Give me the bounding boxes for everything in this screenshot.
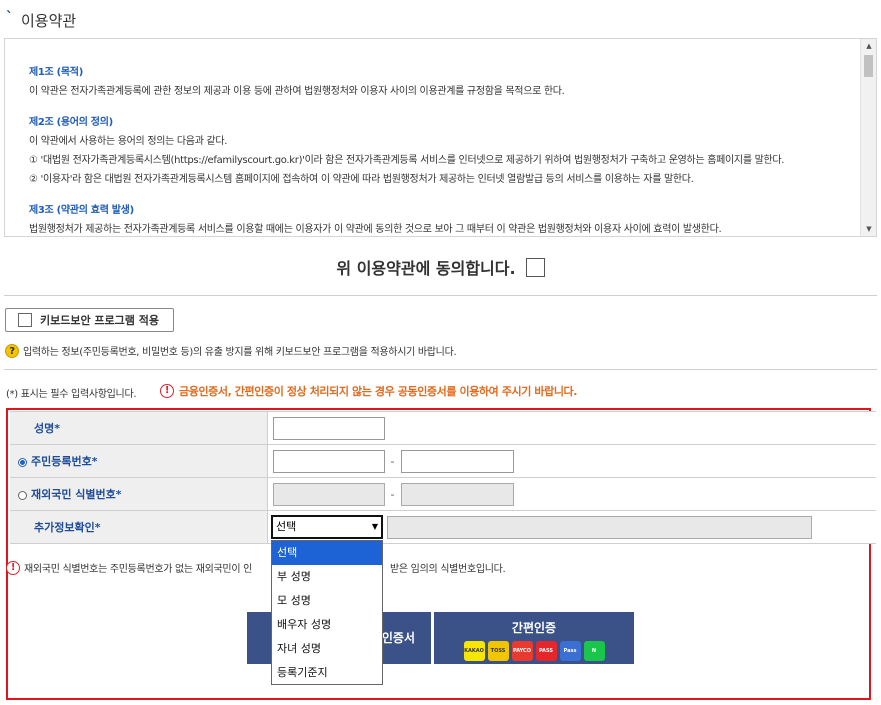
chevron-down-icon: ▼ <box>371 522 378 531</box>
rrn-back-input[interactable] <box>400 449 514 473</box>
easy-auth-label: 간편인증 <box>511 621 557 635</box>
article-line: ② '이용자'라 함은 대법원 전자가족관계등록시스템 홈페이지에 접속하여 이… <box>29 174 694 185</box>
terms-scrollbar[interactable]: ▲ ▼ <box>860 39 876 236</box>
extra-info-select[interactable]: 선택 ▼ <box>271 515 383 539</box>
select-value: 선택 <box>276 520 297 533</box>
scroll-thumb[interactable] <box>864 55 873 77</box>
name-cell <box>266 411 876 445</box>
required-note: (*) 표시는 필수 입력사항입니다. <box>6 389 137 400</box>
divider <box>4 369 877 370</box>
foreign-label-text: 재외국민 식별번호 <box>31 488 116 501</box>
question-icon: ? <box>5 343 19 358</box>
form-row-name: 성명* <box>10 411 876 445</box>
dash: - <box>390 454 395 468</box>
name-input[interactable] <box>272 416 385 440</box>
select-option[interactable]: 배우자 성명 <box>272 613 382 637</box>
rrn-label-text: 주민등록번호 <box>31 455 92 468</box>
foreign-notice: ! 재외국민 식별번호는 주민등록번호가 없는 재외국민이 인 받은 임의의 식… <box>6 560 506 575</box>
foreign-back-input[interactable] <box>400 482 514 506</box>
keyboard-notice: ? 입력하는 정보(주민등록번호, 비밀번호 등)의 유출 방지를 위해 키보드… <box>5 343 457 358</box>
name-label: 성명* <box>10 411 267 445</box>
scroll-up-arrow-icon[interactable]: ▲ <box>861 39 876 53</box>
form-row-rrn: 주민등록번호* - <box>10 444 876 478</box>
name-label-text: 성명 <box>34 422 55 435</box>
section-title-text: 이용약관 <box>21 12 77 30</box>
easy-auth-logos: KAKAO TOSS PAYCO PASS Pass N <box>434 641 634 661</box>
foreign-radio[interactable] <box>18 490 27 500</box>
article-heading: 제2조 (용어의 정의) <box>29 117 113 128</box>
required-mark: * <box>91 455 98 468</box>
agree-label: 위 이용약관에 동의합니다. <box>336 259 516 278</box>
foreign-label[interactable]: 재외국민 식별번호* <box>10 477 267 511</box>
toss-logo-icon: TOSS <box>487 641 509 661</box>
agree-checkbox[interactable] <box>525 257 545 277</box>
dash: - <box>390 487 395 501</box>
kakao-logo-icon: KAKAO <box>463 641 485 661</box>
extra-label: 추가정보확인* <box>10 510 267 544</box>
article-line: 이 약관은 전자가족관계등록에 관한 정보의 제공과 이용 등에 관하여 법원행… <box>29 86 565 97</box>
keyboard-security-label: 키보드보안 프로그램 적용 <box>40 314 159 327</box>
rrn-cell: - <box>266 444 876 478</box>
cert-warning-text: 금융인증서, 간편인증이 정상 처리되지 않는 경우 공동인증서를 이용하여 주… <box>179 385 578 398</box>
alert-icon: ! <box>6 560 20 575</box>
article-line: 법원행정처가 제공하는 전자가족관계등록 서비스를 이용할 때에는 이용자가 이… <box>29 224 722 235</box>
foreign-front-input[interactable] <box>272 482 385 506</box>
required-mark: * <box>115 488 122 501</box>
article-heading: 제3조 (약관의 효력 발생) <box>29 205 134 216</box>
scroll-down-arrow-icon[interactable]: ▼ <box>861 222 876 236</box>
payco-logo-icon: PAYCO <box>511 641 533 661</box>
article-line: 이 약관에서 사용하는 용어의 정의는 다음과 같다. <box>29 136 228 147</box>
select-dropdown[interactable]: 선택 부 성명 모 성명 배우자 성명 자녀 성명 등록기준지 <box>271 540 383 685</box>
select-option[interactable]: 등록기준지 <box>272 661 382 685</box>
select-option[interactable]: 선택 <box>272 541 382 565</box>
alert-icon: ! <box>160 384 174 398</box>
extra-info-input[interactable] <box>387 516 812 539</box>
easy-auth-button[interactable]: 간편인증 KAKAO TOSS PAYCO PASS Pass N <box>434 612 634 664</box>
rrn-label[interactable]: 주민등록번호* <box>10 444 267 478</box>
keyboard-security-button[interactable]: 키보드보안 프로그램 적용 <box>5 308 174 332</box>
extra-label-text: 추가정보확인 <box>34 521 95 534</box>
rrn-front-input[interactable] <box>272 449 385 473</box>
required-mark: * <box>54 422 61 435</box>
foreign-notice-right: 받은 임의의 식별번호입니다. <box>390 564 506 575</box>
pass-logo-icon: PASS <box>535 641 557 661</box>
divider <box>4 295 877 296</box>
select-option[interactable]: 모 성명 <box>272 589 382 613</box>
section-title: ˋ 이용약관 <box>6 10 76 31</box>
foreign-cell: - <box>266 477 876 511</box>
agree-row: 위 이용약관에 동의합니다. <box>0 255 881 279</box>
foreign-notice-left: 재외국민 식별번호는 주민등록번호가 없는 재외국민이 인 <box>24 564 252 575</box>
terms-box[interactable]: 제1조 (목적) 이 약관은 전자가족관계등록에 관한 정보의 제공과 이용 등… <box>4 38 877 237</box>
cert-warning: ! 금융인증서, 간편인증이 정상 처리되지 않는 경우 공동인증서를 이용하여… <box>160 383 577 399</box>
naver-logo-icon: N <box>583 641 605 661</box>
rrn-radio[interactable] <box>18 457 27 467</box>
certificate-button-label: 인증서 <box>381 631 415 645</box>
pass-blue-logo-icon: Pass <box>559 641 581 661</box>
article-heading: 제1조 (목적) <box>29 67 83 78</box>
select-option[interactable]: 부 성명 <box>272 565 382 589</box>
form-row-foreign: 재외국민 식별번호* - <box>10 477 876 511</box>
title-marker-icon: ˋ <box>6 9 13 26</box>
keyboard-security-checkbox[interactable] <box>18 313 32 327</box>
required-mark: * <box>94 521 101 534</box>
keyboard-notice-text: 입력하는 정보(주민등록번호, 비밀번호 등)의 유출 방지를 위해 키보드보안… <box>23 347 457 358</box>
terms-content: 제1조 (목적) 이 약관은 전자가족관계등록에 관한 정보의 제공과 이용 등… <box>29 63 849 236</box>
select-option[interactable]: 자녀 성명 <box>272 637 382 661</box>
article-line: ① '대법원 전자가족관계등록시스템(https://efamilyscourt… <box>29 155 785 166</box>
